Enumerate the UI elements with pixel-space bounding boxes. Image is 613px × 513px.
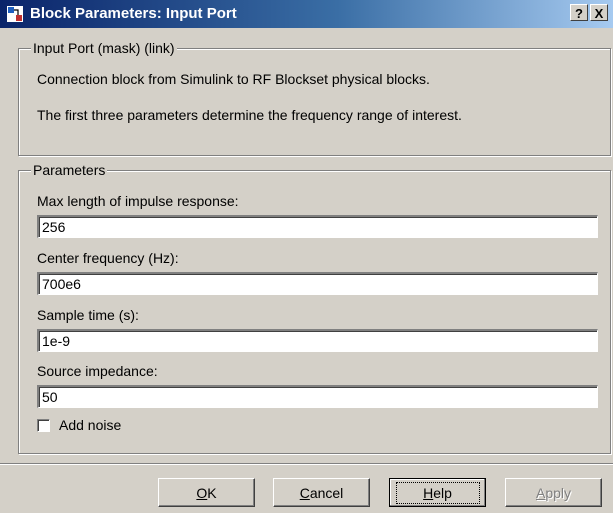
title-bar[interactable]: Block Parameters: Input Port ? X: [0, 0, 613, 28]
apply-button[interactable]: Apply: [505, 478, 602, 507]
description-group-label: Input Port (mask) (link): [31, 40, 177, 56]
sample-time-field[interactable]: [37, 329, 598, 352]
source-impedance-field[interactable]: [37, 385, 598, 408]
help-button[interactable]: Help: [389, 478, 486, 507]
description-line-2: The first three parameters determine the…: [37, 107, 462, 123]
simulink-block-icon: [6, 5, 24, 23]
button-separator: [0, 463, 613, 465]
source-impedance-label: Source impedance:: [37, 363, 158, 379]
add-noise-label[interactable]: Add noise: [59, 417, 121, 433]
close-button[interactable]: X: [590, 4, 608, 21]
description-group: Input Port (mask) (link): [18, 40, 611, 156]
description-line-1: Connection block from Simulink to RF Blo…: [37, 71, 430, 87]
window-title: Block Parameters: Input Port: [30, 5, 237, 22]
max-length-field[interactable]: [37, 215, 598, 238]
help-title-button[interactable]: ?: [570, 4, 588, 21]
center-frequency-field[interactable]: [37, 272, 598, 295]
ok-button[interactable]: OK: [158, 478, 255, 507]
cancel-button[interactable]: Cancel: [273, 478, 370, 507]
add-noise-checkbox[interactable]: [37, 419, 50, 432]
parameters-group-label: Parameters: [31, 162, 108, 178]
sample-time-label: Sample time (s):: [37, 307, 139, 323]
max-length-label: Max length of impulse response:: [37, 193, 239, 209]
center-frequency-label: Center frequency (Hz):: [37, 250, 179, 266]
